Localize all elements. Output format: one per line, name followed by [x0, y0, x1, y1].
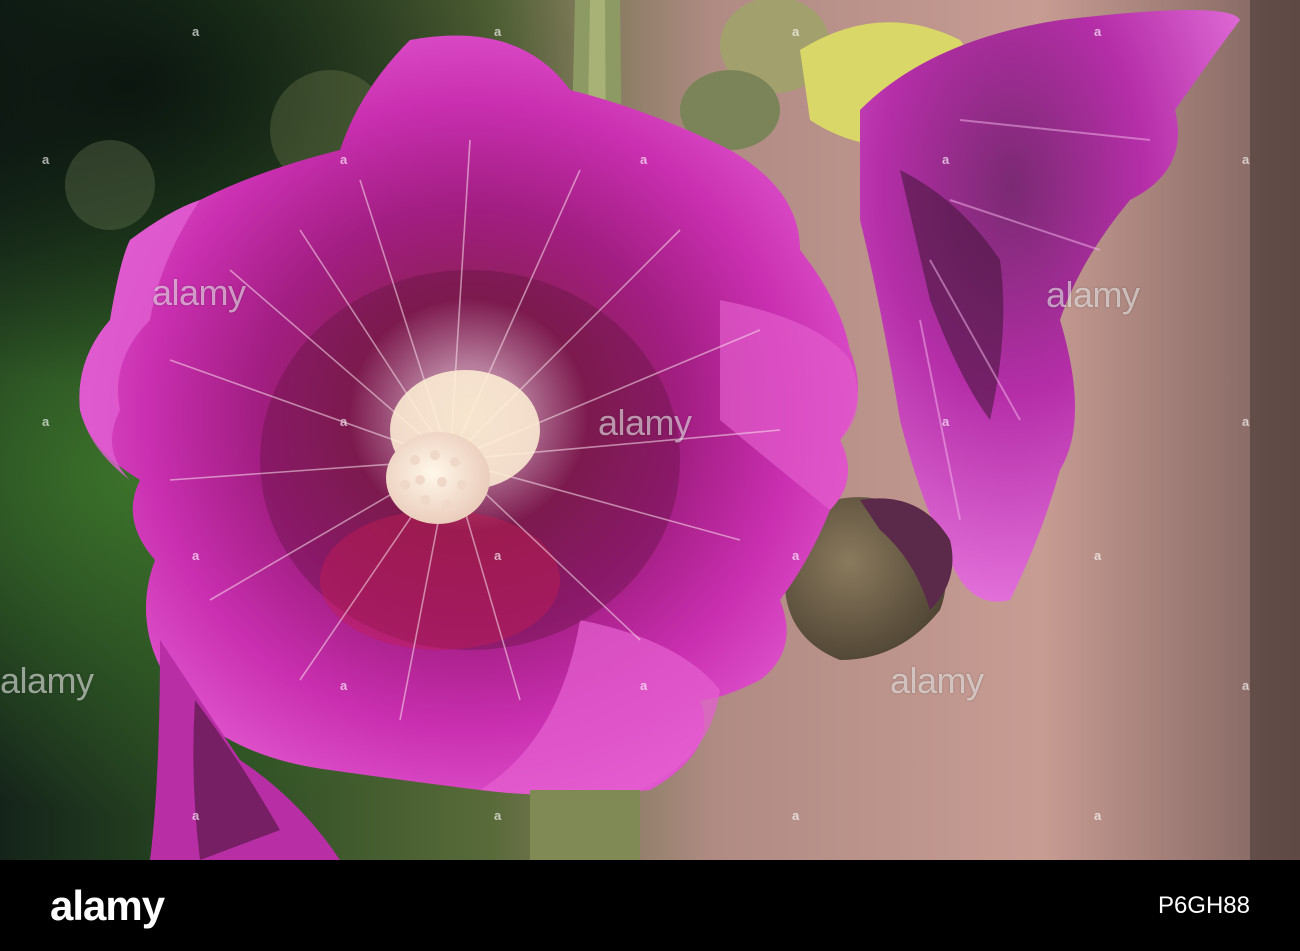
watermark-marker: a: [1242, 152, 1250, 167]
watermark-marker: a: [1242, 414, 1250, 429]
watermark-text: alamy: [1046, 274, 1140, 315]
watermark-marker: a: [792, 24, 800, 39]
footer-bar: alamy P6GH88: [0, 860, 1300, 951]
watermark-marker: a: [640, 678, 648, 693]
watermark-marker: a: [942, 152, 950, 167]
watermark-marker: a: [792, 808, 800, 823]
watermark-marker: a: [792, 548, 800, 563]
brand-logo: alamy: [50, 882, 165, 929]
watermark-marker: a: [640, 152, 648, 167]
watermark-text: alamy: [0, 660, 94, 701]
stock-photo-frame: alamy alamy alamy alamy alamy a a a a a …: [0, 0, 1300, 951]
watermark-marker: a: [1094, 808, 1102, 823]
watermark-text: alamy: [598, 402, 692, 443]
watermark-marker: a: [192, 24, 200, 39]
watermark-marker: a: [1094, 24, 1102, 39]
watermark-text: alamy: [152, 272, 246, 313]
watermark-marker: a: [494, 808, 502, 823]
watermark-marker: a: [42, 414, 50, 429]
watermark-marker: a: [494, 548, 502, 563]
watermark-marker: a: [192, 548, 200, 563]
watermark-marker: a: [340, 152, 348, 167]
watermark-marker: a: [192, 808, 200, 823]
watermark-marker: a: [340, 414, 348, 429]
watermark-marker: a: [494, 24, 502, 39]
watermark-marker: a: [1242, 678, 1250, 693]
watermark-text: alamy: [890, 660, 984, 701]
watermark-marker: a: [42, 152, 50, 167]
watermark-marker: a: [942, 414, 950, 429]
image-id: P6GH88: [1157, 892, 1250, 919]
watermark-marker: a: [1094, 548, 1102, 563]
watermark-marker: a: [340, 678, 348, 693]
